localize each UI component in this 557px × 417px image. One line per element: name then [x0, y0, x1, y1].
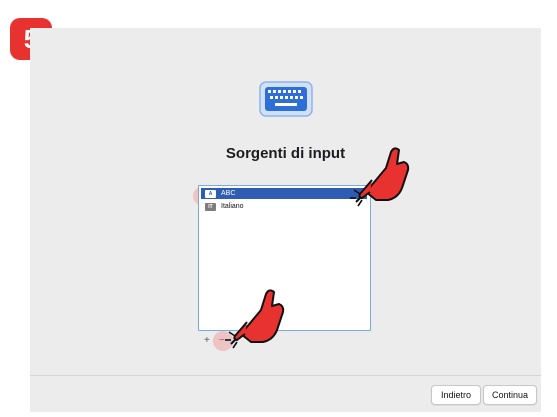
- list-item-abc[interactable]: A ABC: [201, 188, 367, 199]
- input-source-flag: IT: [205, 203, 216, 211]
- setup-window: Sorgenti di input A ABC IT Italiano + − …: [30, 28, 541, 412]
- pointing-hand-icon: [225, 289, 285, 349]
- list-item-italiano[interactable]: IT Italiano: [201, 201, 367, 212]
- keyboard-icon: [259, 81, 313, 117]
- list-item-label: Italiano: [221, 203, 244, 210]
- continue-button[interactable]: Continua: [483, 385, 537, 405]
- page-title: Sorgenti di input: [225, 145, 346, 162]
- bottom-bar: Indietro Continua: [30, 375, 541, 412]
- list-item-label: ABC: [221, 190, 236, 197]
- back-button[interactable]: Indietro: [431, 385, 481, 405]
- pointing-hand-icon: [350, 147, 410, 207]
- input-source-flag: A: [205, 190, 216, 198]
- add-source-button[interactable]: +: [204, 335, 210, 347]
- remove-source-button[interactable]: −: [219, 335, 225, 347]
